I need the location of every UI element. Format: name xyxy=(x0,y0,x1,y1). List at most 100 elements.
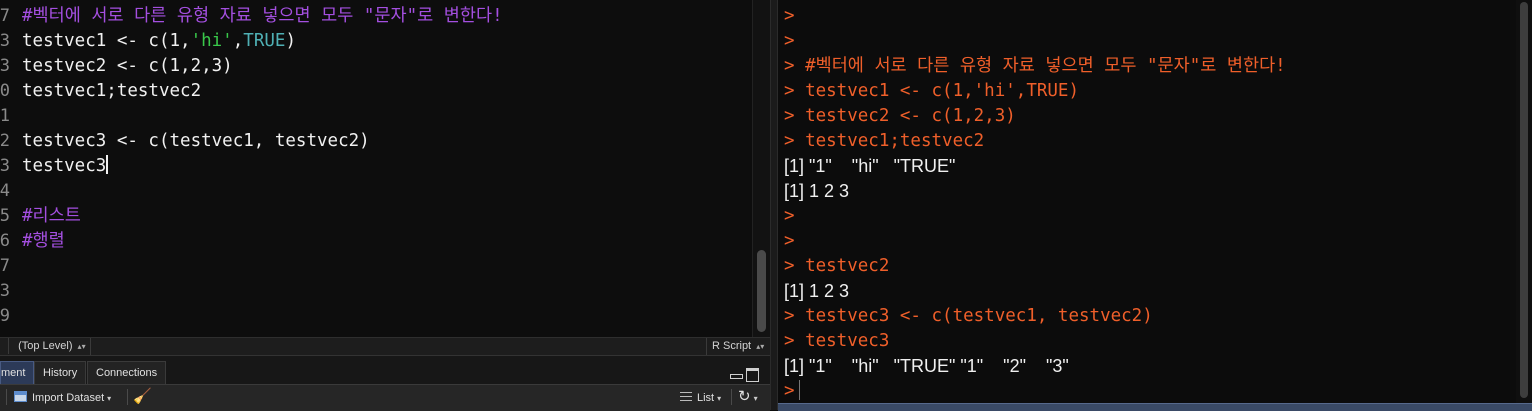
source-editor[interactable]: 7 3 3 0 1 2 3 4 5 6 7 3 9 #벡터에 서로 다른 유형 자료 넣으면 모두 "문… xyxy=(0,0,770,337)
toolbar-divider xyxy=(127,389,128,405)
environment-pane-tabs: ment History Connections xyxy=(0,355,770,384)
line-number: 0 xyxy=(0,81,10,101)
line-number: 4 xyxy=(0,181,10,201)
status-spacer xyxy=(0,338,9,354)
tab-environment-label: ment xyxy=(1,367,26,379)
editor-scrollbar-thumb[interactable] xyxy=(757,250,766,332)
line-number: 7 xyxy=(0,6,10,26)
code-line[interactable]: testvec2 <- c(1,2,3) xyxy=(22,54,233,79)
console-input-line: > testvec2 xyxy=(784,254,889,279)
console-input-line: > xyxy=(784,229,795,254)
file-type-label: R Script xyxy=(712,340,752,352)
code-token: testvec1 <- c(1, xyxy=(22,31,191,51)
code-comment: #리스트 xyxy=(22,206,81,226)
console-cursor xyxy=(798,380,800,400)
view-mode-label: List xyxy=(697,392,715,404)
console-text: > #벡터에 서로 다른 유형 자료 넣으면 모두 "문자"로 변한다! xyxy=(784,56,1286,76)
console-input-line: > testvec3 <- c(testvec1, testvec2) xyxy=(784,304,1153,329)
code-line[interactable]: #벡터에 서로 다른 유형 자료 넣으면 모두 "문자"로 변한다! xyxy=(22,4,503,29)
toolbar-divider xyxy=(6,389,7,405)
console-text: > testvec1 <- c(1,'hi',TRUE) xyxy=(784,81,1080,101)
line-number: 3 xyxy=(0,281,10,301)
file-type-selector[interactable]: R Script ▴▾ xyxy=(706,338,770,355)
text-cursor xyxy=(106,155,109,174)
editor-scrollbar[interactable] xyxy=(752,0,770,337)
refresh-icon: ↻ xyxy=(738,388,751,405)
console-text: [1] 1 2 3 xyxy=(784,181,850,201)
minimize-pane-icon[interactable] xyxy=(730,374,743,379)
code-line[interactable]: #리스트 xyxy=(22,204,81,229)
console-text: [1] "1" "hi" "TRUE" xyxy=(784,156,956,176)
console-input-line: > testvec1;testvec2 xyxy=(784,129,984,154)
scope-selector[interactable]: (Top Level) ▴▾ xyxy=(0,338,91,355)
refresh-button[interactable]: ↻ ▾ xyxy=(738,387,758,407)
console-output-line: [1] 1 2 3 xyxy=(784,179,849,204)
line-number: 3 xyxy=(0,156,10,176)
console-text: > testvec3 <- c(testvec1, testvec2) xyxy=(784,306,1153,326)
console-input-line[interactable]: > xyxy=(784,379,800,403)
maximize-pane-icon[interactable] xyxy=(746,368,759,382)
updown-arrows-icon: ▴▾ xyxy=(77,342,86,351)
import-dataset-label: Import Dataset xyxy=(32,392,105,404)
console-input-line: > xyxy=(784,204,795,229)
console-input-line: > testvec1 <- c(1,'hi',TRUE) xyxy=(784,79,1079,104)
broom-icon[interactable]: 🧹 xyxy=(133,387,152,407)
code-token: testvec3 <- c(testvec1, testvec2) xyxy=(22,131,370,151)
console-output-line: [1] 1 2 3 xyxy=(784,279,849,304)
line-number: 3 xyxy=(0,31,10,51)
console-text: [1] 1 2 3 xyxy=(784,281,850,301)
code-line[interactable]: testvec1;testvec2 xyxy=(22,79,201,104)
tab-environment[interactable]: ment xyxy=(0,361,34,384)
line-number: 7 xyxy=(0,256,10,276)
import-dataset-button[interactable]: Import Dataset ▾ xyxy=(14,388,111,408)
line-number: 6 xyxy=(0,231,10,251)
scope-label: (Top Level) xyxy=(18,340,73,352)
code-token: testvec2 <- c(1,2,3) xyxy=(22,56,233,76)
line-number-gutter: 7 3 3 0 1 2 3 4 5 6 7 3 9 xyxy=(0,0,18,337)
environment-toolbar: Import Dataset ▾ 🧹 List ▾ ↻ ▾ xyxy=(0,384,770,411)
tab-connections[interactable]: Connections xyxy=(87,361,166,384)
toolbar-divider xyxy=(731,389,732,405)
console-input-line: > #벡터에 서로 다른 유형 자료 넣으면 모두 "문자"로 변한다! xyxy=(784,54,1286,79)
pane-window-controls xyxy=(726,368,762,382)
console-text: > testvec3 xyxy=(784,331,890,351)
console-scrollbar-thumb[interactable] xyxy=(1520,2,1528,398)
line-number: 3 xyxy=(0,56,10,76)
line-number: 2 xyxy=(0,131,10,151)
console-prompt: > xyxy=(784,381,795,401)
code-keyword: TRUE xyxy=(243,31,286,51)
console-text: > xyxy=(784,206,795,226)
code-line[interactable]: testvec3 <- c(testvec1, testvec2) xyxy=(22,129,370,154)
code-token: testvec1;testvec2 xyxy=(22,81,202,101)
console-input-line: > xyxy=(784,4,795,29)
code-line[interactable]: testvec1 <- c(1,'hi',TRUE) xyxy=(22,29,296,54)
line-number: 5 xyxy=(0,206,10,226)
console-output-line: [1] "1" "hi" "TRUE" xyxy=(784,154,955,179)
table-icon xyxy=(14,391,27,402)
tab-connections-label: Connections xyxy=(96,367,158,379)
editor-status-bar: (Top Level) ▴▾ R Script ▴▾ xyxy=(0,337,770,355)
line-number: 1 xyxy=(0,106,10,126)
console-output-line: [1] "1" "hi" "TRUE" "1" "2" "3" xyxy=(784,354,1069,379)
tab-history[interactable]: History xyxy=(34,361,86,384)
console-text: > xyxy=(784,231,795,251)
code-comment: #벡터에 서로 다른 유형 자료 넣으면 모두 "문자"로 변한다! xyxy=(22,6,503,26)
console-text: > xyxy=(784,6,795,26)
pane-splitter[interactable] xyxy=(770,0,778,410)
code-comment: #행렬 xyxy=(22,231,65,251)
view-mode-dropdown[interactable]: List ▾ xyxy=(680,388,721,408)
code-token: ) xyxy=(285,31,296,51)
console-input-line: > testvec2 <- c(1,2,3) xyxy=(784,104,1016,129)
console-scrollbar[interactable] xyxy=(1516,0,1532,403)
code-line[interactable]: testvec3 xyxy=(22,154,109,179)
updown-arrows-icon: ▴▾ xyxy=(756,342,765,351)
console-input-line: > xyxy=(784,29,795,54)
tab-history-label: History xyxy=(43,367,78,379)
console-text: > testvec1;testvec2 xyxy=(784,131,985,151)
line-number: 9 xyxy=(0,306,10,326)
code-string: 'hi' xyxy=(190,31,233,51)
code-line[interactable]: #행렬 xyxy=(22,229,65,254)
r-console[interactable]: > > > #벡터에 서로 다른 유형 자료 넣으면 모두 "문자"로 변한다! > … xyxy=(778,0,1532,403)
code-token: , xyxy=(232,31,244,51)
console-text: > testvec2 <- c(1,2,3) xyxy=(784,106,1016,126)
